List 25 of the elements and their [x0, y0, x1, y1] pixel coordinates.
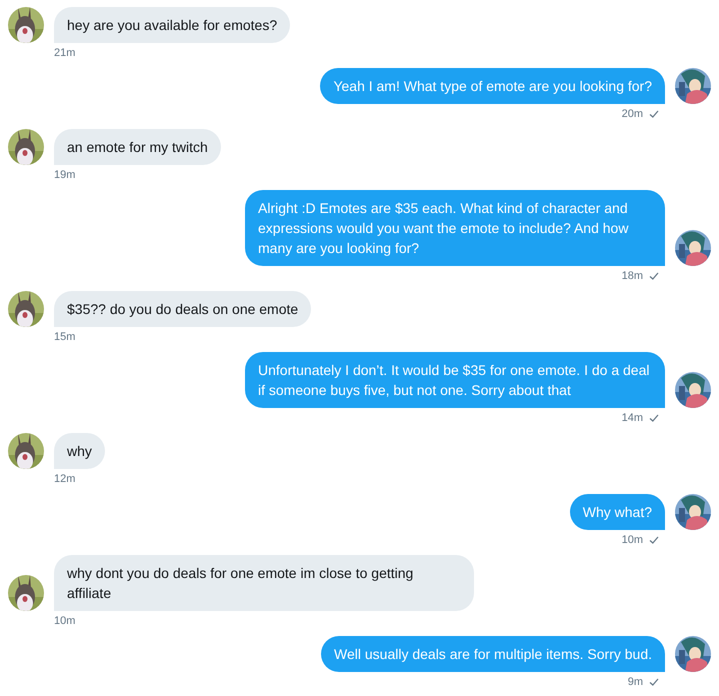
message-bubble: $35?? do you do deals on one emote: [54, 291, 312, 327]
message-bubble: Alright :D Emotes are $35 each. What kind of character and expressions would you want the emote to include? And how many are you looking for?: [245, 190, 665, 266]
message-bubble: Why what?: [570, 494, 665, 530]
timestamp: 15m: [54, 330, 76, 344]
message-bubble: Yeah I am! What type of emote are you looking for?: [320, 68, 665, 104]
message-bubble: why: [54, 433, 105, 469]
check-icon: [649, 110, 659, 118]
timestamp: 10m: [622, 533, 643, 547]
timestamp: 20m: [622, 107, 643, 121]
check-icon: [649, 414, 659, 422]
timestamp: 9m: [628, 675, 643, 689]
timestamp: 19m: [54, 168, 76, 182]
timestamp: 12m: [54, 472, 76, 486]
check-icon: [649, 678, 659, 686]
timestamp: 14m: [622, 411, 643, 425]
check-icon: [649, 536, 659, 544]
timestamp: 18m: [622, 269, 643, 283]
message-bubble: why dont you do deals for one emote im close to getting affiliate: [54, 555, 474, 611]
message-bubble: an emote for my twitch: [54, 129, 221, 165]
timestamp: 21m: [54, 46, 76, 60]
timestamp: 10m: [54, 614, 76, 628]
message-bubble: Unfortunately I don’t. It would be $35 for one emote. I do a deal if someone buys five, but not one. Sorry about that: [245, 352, 665, 408]
message-bubble: Well usually deals are for multiple items. Sorry bud.: [321, 636, 665, 672]
check-icon: [649, 272, 659, 280]
message-bubble: hey are you available for emotes?: [54, 7, 290, 43]
